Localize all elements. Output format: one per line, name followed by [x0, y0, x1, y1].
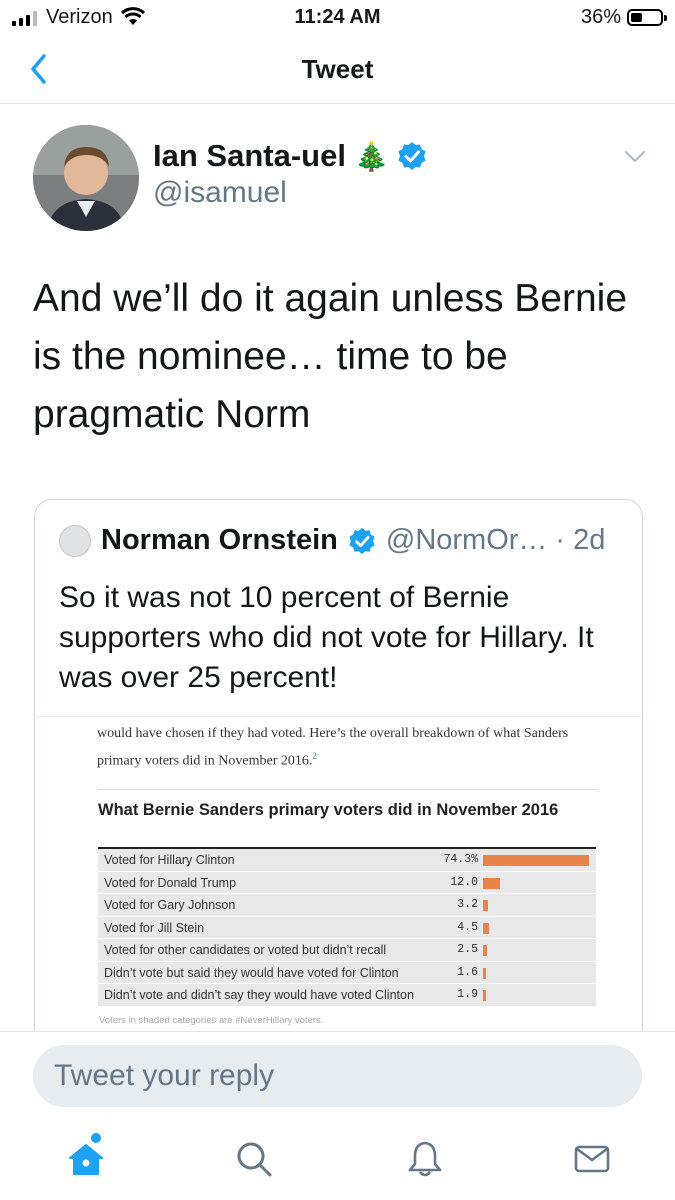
- chart-row: Voted for Gary Johnson 3.2: [98, 894, 596, 917]
- chart-row-value: 3.2: [457, 898, 478, 911]
- reply-input[interactable]: Tweet your reply: [33, 1045, 642, 1107]
- quoted-tweet-text: So it was not 10 percent of Bernie suppo…: [59, 581, 594, 694]
- notifications-icon: [408, 1141, 442, 1177]
- chart-row-value: 4.5: [457, 920, 478, 934]
- christmas-tree-emoji: 🎄: [353, 140, 389, 172]
- chart-row-label: Voted for Donald Trump: [104, 875, 237, 890]
- chart-row-value: 1.6: [457, 965, 478, 979]
- quoted-author-name: Norman Ornstein: [101, 524, 338, 556]
- chart-row-label: Voted for Jill Stein: [104, 920, 205, 935]
- author-name[interactable]: Ian Santa-uel: [153, 138, 346, 174]
- quoted-tweet-header: Norman Ornstein @NormOr… · 2d: [59, 524, 605, 557]
- chart-bar: [483, 877, 501, 889]
- quoted-tweet-card[interactable]: Norman Ornstein @NormOr… · 2d So it was …: [34, 499, 643, 1031]
- chart-row: Voted for Jill Stein 4.5: [98, 916, 596, 939]
- quoted-tweet-time: · 2d: [555, 524, 606, 556]
- chart-row: Didn’t vote but said they would have vot…: [98, 961, 596, 984]
- navigation-bar: Tweet: [0, 36, 675, 104]
- tab-messages[interactable]: [572, 1139, 612, 1179]
- page-title: Tweet: [301, 54, 374, 84]
- tab-notifications[interactable]: [405, 1139, 445, 1179]
- chart-row-value: 74.3%: [443, 853, 478, 866]
- chart-row: Voted for other candidates or voted but …: [98, 939, 596, 962]
- chart-bar: [483, 855, 589, 866]
- divider: [97, 789, 597, 790]
- chart-bar: [483, 967, 486, 979]
- author-avatar[interactable]: [33, 125, 139, 231]
- home-icon: [69, 1144, 103, 1175]
- chart-row-label: Voted for other candidates or voted but …: [104, 943, 387, 957]
- chart-row: Didn’t vote and didn’t say they would ha…: [98, 984, 596, 1007]
- chart-bar: [483, 990, 486, 1001]
- new-content-dot: [91, 1133, 101, 1143]
- quoted-author-handle: @NormOr…: [385, 524, 548, 556]
- article-excerpt-text: would have chosen if they had voted. Her…: [97, 726, 569, 769]
- reply-bar: Tweet your reply: [0, 1031, 675, 1121]
- tab-search[interactable]: [234, 1139, 274, 1179]
- chart-row: Voted for Hillary Clinton 74.3%: [98, 849, 596, 872]
- messages-icon: [574, 1145, 610, 1173]
- quoted-tweet-image[interactable]: would have chosen if they had voted. Her…: [35, 716, 642, 1031]
- status-bar: Verizon 11:24 AM 36%: [0, 0, 675, 36]
- verified-badge-icon: [398, 142, 426, 170]
- tab-home[interactable]: [66, 1139, 106, 1179]
- battery-percentage: 36%: [580, 6, 621, 28]
- chart-bar: [483, 945, 487, 956]
- chart-table: Voted for Hillary Clinton 74.3% Voted for …: [98, 847, 596, 1007]
- article-excerpt: would have chosen if they had voted. Her…: [97, 723, 597, 773]
- chart-note: Voters in shaded categories are #NeverHi…: [99, 1015, 324, 1026]
- tab-bar: [0, 1121, 675, 1200]
- chart-row-value: 12.0: [450, 875, 478, 889]
- quoted-author-avatar: [59, 524, 91, 557]
- verified-badge-icon: [349, 527, 375, 554]
- search-icon: [237, 1142, 272, 1177]
- chevron-down-icon[interactable]: [624, 150, 646, 164]
- status-time: 11:24 AM: [294, 6, 381, 28]
- chart-title: What Bernie Sanders primary voters did i…: [98, 801, 559, 819]
- chart-row-label: Didn’t vote and didn’t say they would ha…: [104, 988, 414, 1002]
- author-handle[interactable]: @isamuel: [153, 176, 287, 210]
- battery-icon: [627, 9, 667, 26]
- chart-row-value: 1.9: [457, 988, 478, 1001]
- chart-row-value: 2.5: [457, 943, 478, 956]
- chart-bar: [483, 900, 488, 911]
- chart-row-label: Didn’t vote but said they would have vot…: [104, 965, 399, 980]
- chart-row: Voted for Donald Trump 12.0: [98, 871, 596, 894]
- chart-row-label: Voted for Hillary Clinton: [104, 853, 235, 867]
- article-footnote: 2: [312, 751, 317, 761]
- author-name-row[interactable]: Ian Santa-uel 🎄: [153, 138, 427, 174]
- chart-row-label: Voted for Gary Johnson: [104, 898, 236, 912]
- chart-bar: [483, 922, 490, 934]
- tweet-text: And we’ll do it again unless Bernie is t…: [33, 277, 628, 436]
